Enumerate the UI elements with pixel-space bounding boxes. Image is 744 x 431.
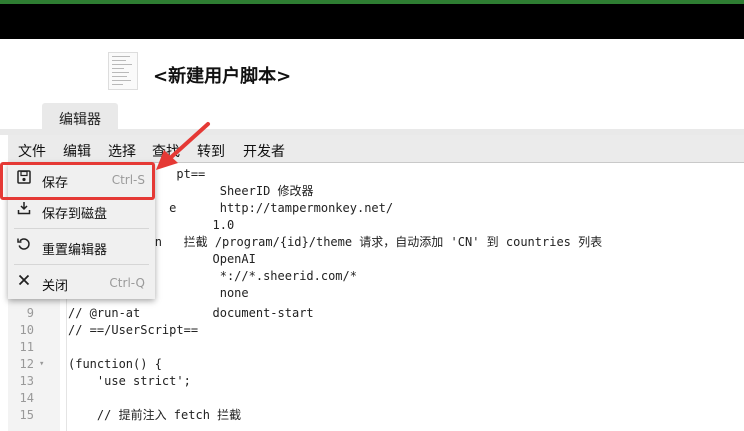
code-line: 14 xyxy=(19,391,34,405)
fold-arrow-icon[interactable]: ▾ xyxy=(39,356,44,373)
menu-separator xyxy=(14,228,149,229)
menu-file[interactable]: 文件 xyxy=(18,141,46,161)
menu-item-save-to-disk[interactable]: 保存到磁盘 xyxy=(8,196,155,226)
highlight-box xyxy=(0,162,155,200)
browser-top-bar xyxy=(0,0,744,39)
editor-menubar: 文件 编辑 选择 查找 转到 开发者 xyxy=(8,135,744,163)
reset-icon xyxy=(16,237,32,255)
code-line: 13 'use strict'; xyxy=(19,374,191,388)
menu-item-reset-editor[interactable]: 重置编辑器 xyxy=(8,232,155,262)
menu-developer[interactable]: 开发者 xyxy=(243,141,285,161)
accent-strip xyxy=(0,0,744,4)
tab-editor[interactable]: 编辑器 xyxy=(42,103,118,135)
close-icon xyxy=(16,273,32,291)
code-line: 15 // 提前注入 fetch 拦截 xyxy=(19,408,242,422)
annotation-arrow-icon xyxy=(156,122,210,170)
code-line: 10// ==/UserScript== xyxy=(19,323,199,337)
menu-item-close[interactable]: 关闭 Ctrl-Q xyxy=(8,268,155,298)
menu-edit[interactable]: 编辑 xyxy=(63,141,91,161)
code-line: 11 xyxy=(19,340,34,354)
script-thumbnail xyxy=(108,52,138,90)
code-line: 12 ▾ (function() { xyxy=(19,356,162,373)
menu-separator xyxy=(14,264,149,265)
page-title: <新建用户脚本> xyxy=(153,66,292,87)
menu-select[interactable]: 选择 xyxy=(108,141,136,161)
download-icon xyxy=(16,201,32,219)
code-line: 9// @run-at document-start xyxy=(26,306,314,320)
